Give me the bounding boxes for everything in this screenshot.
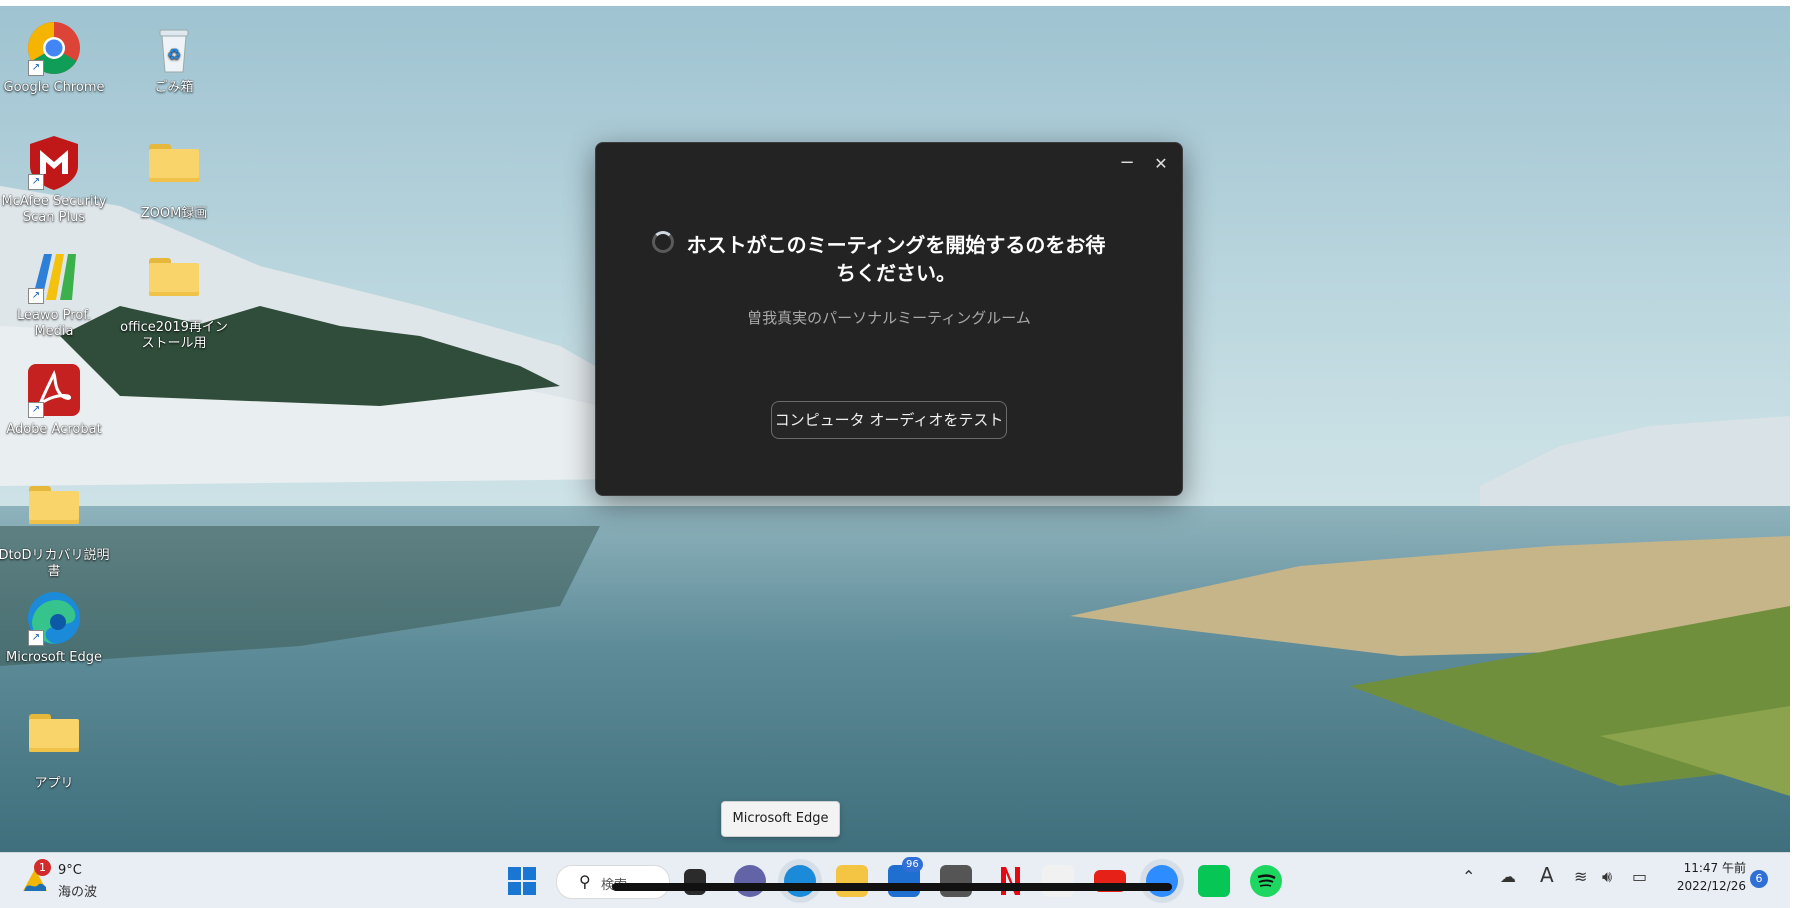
taskbar-app-edge[interactable] [784,865,816,897]
mcafee-icon: ↗ [24,132,84,192]
desktop-icon-label: Adobe Acrobat [6,422,102,437]
recycle-bin-icon: ♻ [144,18,204,78]
desktop-icon-leawo[interactable]: ↗ Leawo Prof. Media [0,246,112,340]
spotify-icon [1257,874,1276,887]
desktop-icon-label: McAfee Security Scan Plus [1,194,107,225]
folder-icon [24,486,84,546]
taskbar-app-file-explorer[interactable] [836,865,868,897]
taskbar-app-line[interactable] [1198,865,1230,897]
netflix-icon [1001,867,1020,895]
taskbar-app-teams[interactable] [734,865,766,897]
taskbar: 1 9°C 海の波 ⚲ 検索 96 [0,852,1790,908]
edge-icon: ↗ [24,588,84,648]
gesture-navigation-bar [612,883,1172,891]
taskbar-tooltip: Microsoft Edge [721,801,840,837]
mail-unread-badge: 96 [902,857,923,872]
shortcut-arrow-icon: ↗ [28,288,44,304]
close-button[interactable]: ✕ [1150,153,1172,175]
windows-logo-pane [523,867,536,880]
show-hidden-icons-chevron-icon[interactable]: ⌃ [1462,867,1475,886]
windows-logo-pane [523,882,536,895]
taskbar-app-calculator[interactable] [940,865,972,897]
desktop-icon-dtod-recovery[interactable]: DtoDリカバリ説明書 [0,474,112,580]
leawo-icon: ↗ [24,246,84,306]
desktop-icon-label: ZOOM録画 [140,206,208,221]
acrobat-icon: ↗ [24,360,84,420]
volume-icon[interactable]: 🔊︎ [1602,867,1612,887]
taskbar-app-zoom[interactable] [1146,865,1178,897]
folder-icon [24,714,84,774]
desktop-icon-recycle-bin[interactable]: ♻ ごみ箱 [116,18,232,96]
shortcut-arrow-icon: ↗ [28,174,44,190]
desktop-screen: ↗ Google Chrome ♻ ごみ箱 ↗ McAfee Security … [0,6,1790,908]
test-computer-audio-button[interactable]: コンピュータ オーディオをテスト [771,401,1007,439]
desktop-icon-office2019[interactable]: office2019再インストール用 [116,246,232,352]
taskbar-app-task-view[interactable] [684,869,706,895]
desktop-icon-label: アプリ [34,776,74,791]
weather-alert-badge: 1 [34,859,51,876]
shortcut-arrow-icon: ↗ [28,60,44,76]
wifi-icon[interactable]: ≋ [1574,867,1587,886]
meeting-room-name: 曽我真実のパーソナルミーティングルーム [747,309,1031,327]
shortcut-arrow-icon: ↗ [28,630,44,646]
onedrive-cloud-icon[interactable]: ☁ [1500,867,1516,886]
desktop-icon-label: office2019再インストール用 [120,320,228,351]
desktop-icon-label: Google Chrome [3,80,105,95]
desktop-icon-microsoft-edge[interactable]: ↗ Microsoft Edge [0,588,112,666]
start-button[interactable] [508,867,536,895]
desktop-icon-label: Leawo Prof. Media [16,308,92,339]
taskbar-app-spotify[interactable] [1250,865,1282,897]
folder-icon [144,144,204,204]
clock-date[interactable]: 2022/12/26 [1664,879,1746,893]
desktop-icon-adobe-acrobat[interactable]: ↗ Adobe Acrobat [0,360,112,438]
folder-icon [144,258,204,318]
search-icon: ⚲ [579,872,591,891]
taskbar-app-netflix[interactable] [992,865,1024,897]
desktop-icon-zoom-recordings[interactable]: ZOOM録画 [116,132,232,222]
taskbar-search-box[interactable]: ⚲ 検索 [556,865,670,899]
desktop-icon-google-chrome[interactable]: ↗ Google Chrome [0,18,112,96]
zoom-waiting-dialog: − ✕ ホストがこのミーティングを開始するのをお待ちください。 曽我真実のパーソ… [595,142,1183,496]
notification-count-badge[interactable]: 6 [1750,870,1768,888]
chrome-icon: ↗ [24,18,84,78]
desktop-icon-mcafee[interactable]: ↗ McAfee Security Scan Plus [0,132,112,226]
desktop-icon-label: Microsoft Edge [5,650,102,665]
desktop-icon-label: ごみ箱 [154,80,194,95]
taskbar-app-mail[interactable]: 96 [888,857,923,897]
battery-icon[interactable]: ▭ [1632,867,1647,886]
taskbar-app-news[interactable] [1042,865,1074,897]
windows-logo-icon [508,867,521,880]
dialog-title: ホストがこのミーティングを開始するのをお待ちください。 [686,233,1106,285]
windows-logo-pane [508,882,521,895]
minimize-button[interactable]: − [1116,153,1138,175]
svg-text:♻: ♻ [167,45,181,64]
weather-condition: 海の波 [58,885,98,900]
desktop-icon-label: DtoDリカバリ説明書 [0,548,110,579]
clock-time[interactable]: 11:47 午前 [1670,859,1746,876]
ime-indicator[interactable]: A [1540,863,1554,887]
weather-temperature: 9°C [58,863,82,878]
desktop-icon-apps[interactable]: アプリ [0,702,112,792]
loading-spinner-icon [652,231,674,253]
shortcut-arrow-icon: ↗ [28,402,44,418]
